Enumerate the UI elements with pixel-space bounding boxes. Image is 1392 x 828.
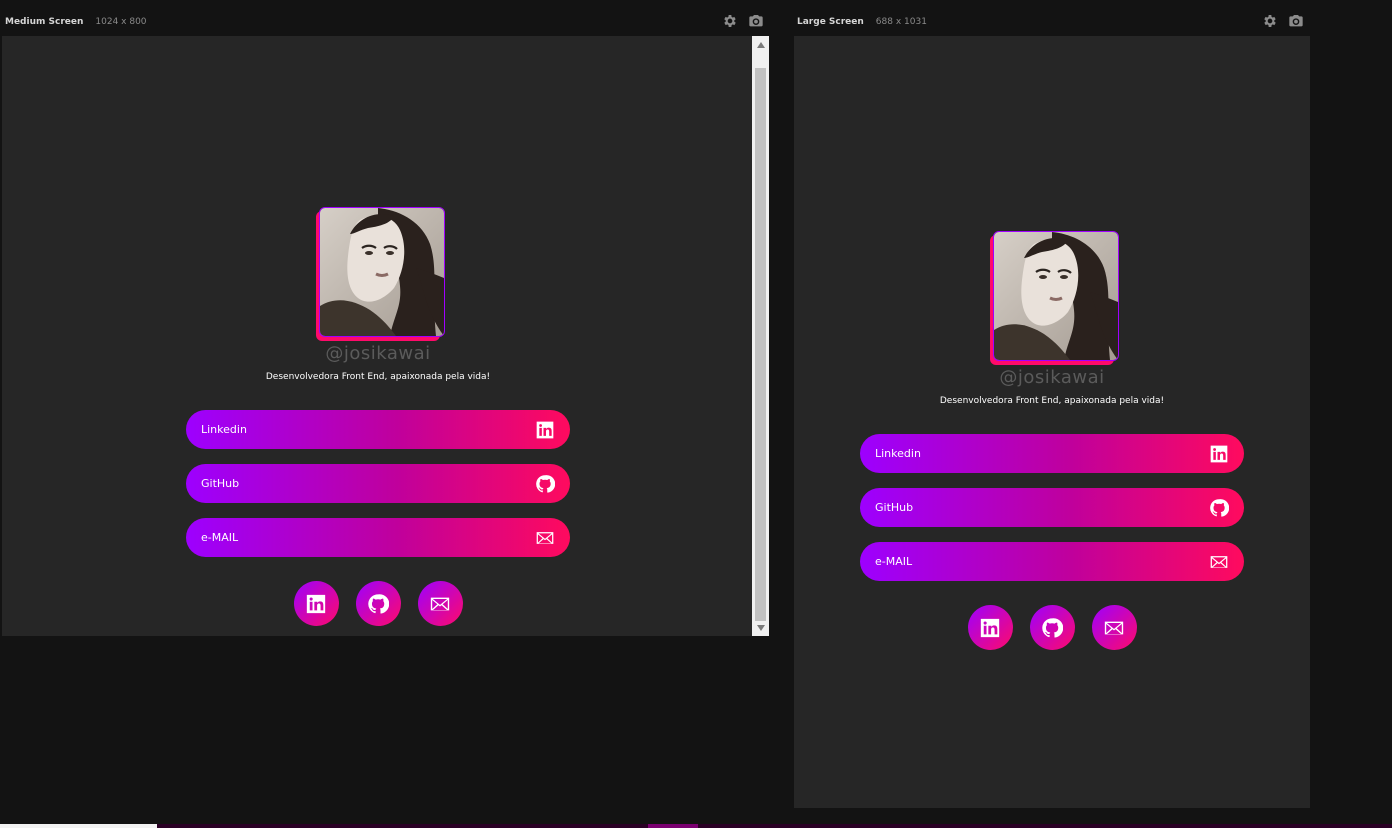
panel-tools-medium	[722, 13, 764, 29]
github-icon	[1041, 617, 1063, 639]
profile-photo	[993, 231, 1119, 361]
linkedin-social-button[interactable]	[967, 605, 1013, 650]
camera-icon[interactable]	[1288, 13, 1304, 29]
github-icon	[535, 474, 555, 494]
profile-bio: Desenvolvedora Front End, apaixonada pel…	[265, 372, 491, 382]
viewport-large: @josikawai Desenvolvedora Front End, apa…	[794, 36, 1310, 808]
linkedin-link-button[interactable]: Linkedin	[186, 410, 570, 449]
link-label: Linkedin	[875, 447, 921, 460]
mail-icon	[535, 528, 555, 548]
gear-icon[interactable]	[1262, 13, 1278, 29]
github-icon	[367, 593, 389, 615]
bottom-strip	[0, 824, 1392, 828]
github-link-button[interactable]: GitHub	[186, 464, 570, 503]
link-list: Linkedin GitHub e-MAIL	[860, 434, 1244, 581]
panel-dims: 1024 x 800	[95, 17, 147, 27]
github-icon	[1209, 498, 1229, 518]
email-link-button[interactable]: e-MAIL	[860, 542, 1244, 581]
email-social-button[interactable]	[417, 581, 463, 626]
github-link-button[interactable]: GitHub	[860, 488, 1244, 527]
profile-handle: @josikawai	[999, 367, 1105, 388]
link-label: e-MAIL	[201, 531, 239, 544]
avatar	[990, 231, 1119, 365]
vertical-scrollbar[interactable]	[752, 36, 769, 636]
linkedin-icon	[305, 593, 327, 615]
linkedin-icon	[535, 420, 555, 440]
panel-tools-large	[1262, 13, 1304, 29]
link-label: Linkedin	[201, 423, 247, 436]
profile-card: @josikawai Desenvolvedora Front End, apa…	[186, 207, 570, 626]
camera-icon[interactable]	[748, 13, 764, 29]
panel-dims: 688 x 1031	[875, 17, 927, 27]
social-icons	[293, 581, 463, 626]
scroll-down-arrow-icon[interactable]	[752, 619, 769, 636]
gear-icon[interactable]	[722, 13, 738, 29]
link-label: GitHub	[875, 501, 914, 514]
panel-header-large: Large Screen 688 x 1031	[797, 12, 927, 32]
bottom-strip-segment	[648, 824, 698, 828]
scrollbar-thumb[interactable]	[755, 68, 766, 621]
mail-icon	[1103, 617, 1125, 639]
profile-photo	[319, 207, 445, 337]
github-social-button[interactable]	[355, 581, 401, 626]
email-social-button[interactable]	[1091, 605, 1137, 650]
link-label: GitHub	[201, 477, 240, 490]
mail-icon	[429, 593, 451, 615]
bottom-strip-segment	[0, 824, 157, 828]
email-link-button[interactable]: e-MAIL	[186, 518, 570, 557]
mail-icon	[1209, 552, 1229, 572]
link-label: e-MAIL	[875, 555, 913, 568]
linkedin-icon	[1209, 444, 1229, 464]
linkedin-link-button[interactable]: Linkedin	[860, 434, 1244, 473]
linkedin-icon	[979, 617, 1001, 639]
viewport-medium: @josikawai Desenvolvedora Front End, apa…	[2, 36, 752, 636]
profile-bio: Desenvolvedora Front End, apaixonada pel…	[939, 396, 1165, 406]
social-icons	[967, 605, 1137, 650]
panel-header-medium: Medium Screen 1024 x 800	[5, 12, 147, 32]
profile-card: @josikawai Desenvolvedora Front End, apa…	[860, 231, 1244, 650]
linkedin-social-button[interactable]	[293, 581, 339, 626]
github-social-button[interactable]	[1029, 605, 1075, 650]
link-list: Linkedin GitHub e-MAIL	[186, 410, 570, 557]
avatar	[316, 207, 445, 341]
scroll-up-arrow-icon[interactable]	[752, 36, 769, 53]
panel-title: Medium Screen	[5, 17, 84, 27]
profile-handle: @josikawai	[325, 343, 431, 364]
panel-title: Large Screen	[797, 17, 864, 27]
